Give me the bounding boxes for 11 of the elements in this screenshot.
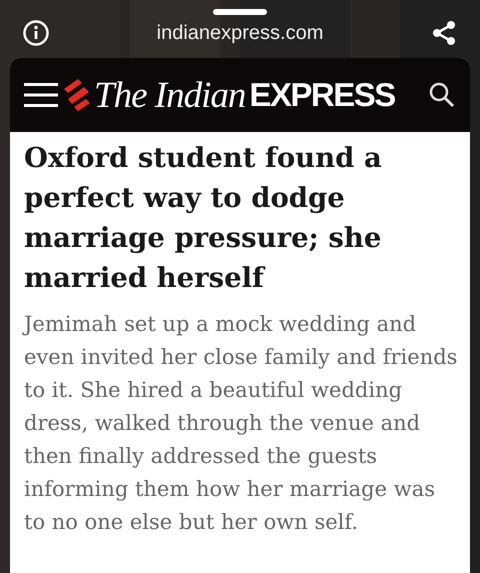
- logo-wordmark: The Indian: [94, 74, 246, 116]
- article-headline: Oxford student found a perfect way to dodge marriage pressure; she married herself: [24, 141, 383, 296]
- logo-wordmark-bold: EXPRESS: [249, 76, 395, 114]
- page-url: indianexpress.com: [156, 22, 324, 44]
- logo-stripes-icon: [64, 79, 90, 111]
- search-icon[interactable]: [428, 81, 456, 109]
- article-summary: Jemimah set up a mock wedding and even invited her close family and friends to it. She hired a beautiful wedding dress, walked through the venue and then finally addressed the guests informing them how her marriage was to no one else but her own self.: [24, 311, 458, 536]
- share-icon[interactable]: [430, 19, 458, 47]
- drag-handle[interactable]: [213, 9, 267, 15]
- menu-icon[interactable]: [24, 82, 58, 108]
- info-icon[interactable]: [22, 19, 50, 47]
